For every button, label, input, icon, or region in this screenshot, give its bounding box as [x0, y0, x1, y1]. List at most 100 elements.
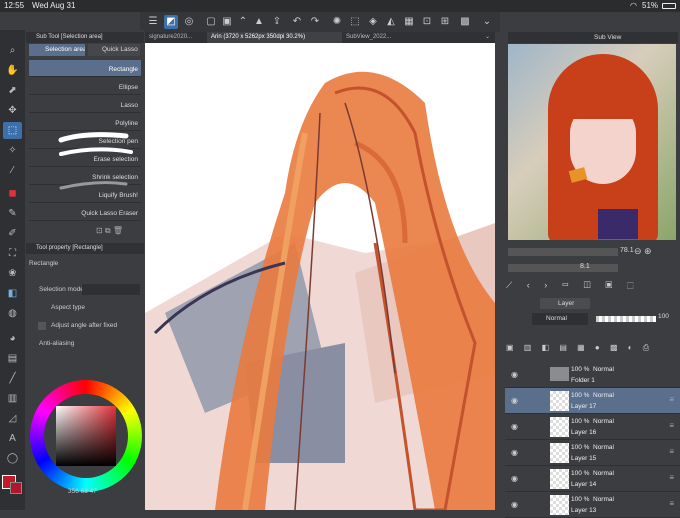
subtool-polyline[interactable]: Polyline — [29, 114, 141, 131]
pencil-icon[interactable]: ✎ — [3, 205, 22, 222]
export-icon[interactable]: ▲ — [252, 15, 266, 29]
select-tool-icon[interactable]: ◩ — [164, 15, 178, 29]
visibility-eye-icon[interactable]: ◉ — [511, 422, 518, 431]
visibility-eye-icon[interactable]: ◉ — [511, 448, 518, 457]
left-panel: Sub Tool [Selection area] Selection area… — [26, 30, 144, 510]
subtool-rectangle[interactable]: Rectangle — [29, 60, 141, 77]
subtool-lasso[interactable]: Lasso — [29, 96, 141, 113]
new-file-icon[interactable]: ▢ — [204, 15, 218, 29]
undo-icon[interactable]: ↶ — [290, 15, 304, 29]
selection-mode-buttons[interactable] — [82, 284, 140, 295]
visibility-eye-icon[interactable]: ◉ — [511, 370, 518, 379]
transform-icon[interactable]: ◭ — [384, 15, 398, 29]
zoom-icon[interactable]: ⌕ — [3, 42, 22, 59]
battery-percent: 51% — [642, 1, 659, 10]
layer-mode: Normal — [593, 366, 614, 373]
tab-subview[interactable]: SubView_2022... — [342, 32, 412, 43]
redo-icon[interactable]: ↷ — [308, 15, 322, 29]
opacity-slider[interactable] — [596, 316, 656, 322]
move-icon[interactable]: ✥ — [3, 102, 22, 119]
visibility-eye-icon[interactable]: ◉ — [511, 500, 518, 509]
layer-thumbnail — [550, 495, 569, 515]
loading-icon[interactable]: ✺ — [330, 15, 344, 29]
ios-status-bar: 12:55 Wed Aug 31 ◠ 51% — [0, 0, 680, 12]
rotate-slider[interactable] — [508, 264, 618, 272]
frame-icon[interactable]: ▥ — [3, 390, 22, 407]
right-panel: Sub View 78.1 8.1 ⊖ ⊕ ⟋ ‹ › ▭ ◫ ▣ ⬚ Laye… — [500, 30, 680, 518]
sub-color-swatch[interactable] — [10, 482, 22, 494]
fill-icon[interactable]: ◈ — [366, 15, 380, 29]
text-icon[interactable]: A — [3, 430, 22, 447]
layer-mode: Normal — [593, 418, 614, 425]
saturation-square[interactable] — [56, 406, 116, 466]
drag-handle-icon[interactable]: ≡ — [669, 395, 674, 404]
eyedropper-icon[interactable]: ⁄ — [3, 162, 22, 179]
canvas-icon[interactable]: ◎ — [182, 15, 196, 29]
layer-name: Layer 16 — [571, 429, 597, 436]
tab-selection-area[interactable]: Selection area — [29, 44, 85, 56]
visibility-eye-icon[interactable]: ◉ — [511, 474, 518, 483]
figure-icon[interactable]: ╱ — [3, 370, 22, 387]
tab-layer[interactable]: Layer — [540, 298, 590, 309]
pen-icon[interactable]: ◼ — [3, 185, 22, 202]
tab-signature[interactable]: signature2020... — [145, 32, 207, 43]
layer-row[interactable]: ◉ 100 % Normal Layer 15 ≡ — [505, 440, 680, 466]
zoom-slider[interactable] — [508, 248, 618, 256]
antialias-label: Anti-aliasing — [39, 340, 75, 347]
zoom-buttons-icon[interactable]: ⊖ ⊕ — [634, 246, 652, 257]
layer-row[interactable]: ◉ 100 % Normal Layer 16 ≡ — [505, 414, 680, 440]
scroll-icon[interactable]: ⌃ — [236, 15, 250, 29]
subview-title: Sub View — [508, 32, 678, 43]
tabs-chevron-icon[interactable]: ⌄ — [485, 32, 495, 43]
layer-row[interactable]: ◉ 100 % Normal Layer 14 ≡ — [505, 466, 680, 492]
ruler-icon[interactable]: ◿ — [3, 410, 22, 427]
visibility-eye-icon[interactable]: ◉ — [511, 396, 518, 405]
fill-tool-icon[interactable]: ◕ — [3, 330, 22, 347]
layer-row[interactable]: ◉ 100 % Normal Layer 17 ≡ — [505, 388, 680, 414]
layer-blend: 100 % — [571, 496, 590, 503]
menu-icon[interactable]: ☰ — [146, 15, 160, 29]
battery-icon — [662, 3, 676, 9]
invert-icon[interactable]: ⊞ — [438, 15, 452, 29]
share-icon[interactable]: ⇪ — [270, 15, 284, 29]
gradient-icon[interactable]: ▤ — [3, 350, 22, 367]
tool-strip: ⌕ ✋ ⬈ ✥ ⬚ ✧ ⁄ ◼ ✎ ✐ ⛶ ❀ ◧ ◍ ◕ ▤ ╱ ▥ ◿ A … — [0, 30, 25, 510]
subview-toolbar[interactable]: ⟋ ‹ › ▭ ◫ ▣ ⬚ — [506, 280, 676, 292]
layer-folder[interactable]: ◉ 100 % Normal Folder 1 — [505, 362, 680, 388]
adjust-angle-checkbox[interactable] — [38, 322, 46, 330]
brush-icon[interactable]: ✐ — [3, 225, 22, 242]
drag-handle-icon[interactable]: ≡ — [669, 499, 674, 508]
eraser-icon[interactable]: ◧ — [3, 285, 22, 302]
save-icon[interactable]: ▣ — [220, 15, 234, 29]
blend-mode-select[interactable]: Normal — [532, 313, 588, 325]
selection-icon[interactable]: ⬚ — [3, 122, 22, 139]
opacity-value: 100 — [658, 313, 669, 320]
deselect-icon[interactable]: ⊡ — [420, 15, 434, 29]
layer-row[interactable]: ◉ 100 % Normal Layer 13 ≡ — [505, 492, 680, 518]
checkerboard-icon[interactable]: ▩ — [458, 15, 472, 29]
clear-icon[interactable]: ⬚ — [348, 15, 362, 29]
artwork — [145, 71, 495, 510]
grid-icon[interactable]: ▦ — [402, 15, 416, 29]
blend-icon[interactable]: ◍ — [3, 305, 22, 322]
layer-toolbar[interactable]: ▣ ▥ ◧ ▤ ▦ ● ▩ ◐ ⎙ — [506, 343, 676, 355]
subtool-quick-lasso-eraser[interactable]: Quick Lasso Eraser — [29, 204, 141, 221]
balloon-icon[interactable]: ◯ — [3, 450, 22, 467]
decoration-icon[interactable]: ❀ — [3, 265, 22, 282]
tab-quick-lasso[interactable]: Quick Lasso — [88, 44, 140, 56]
drawing-canvas[interactable] — [145, 43, 495, 510]
airbrush-icon[interactable]: ⛶ — [3, 245, 22, 262]
magic-wand-icon[interactable]: ✧ — [3, 142, 22, 159]
tab-arin[interactable]: Arin (3720 x 5262px 350dpi 30.2%) — [207, 32, 342, 43]
layer-mode: Normal — [593, 496, 614, 503]
drag-handle-icon[interactable]: ≡ — [669, 473, 674, 482]
subtool-actions-icon[interactable]: ⊡ ⧉ 🗑 — [96, 226, 136, 236]
operation-icon[interactable]: ⬈ — [3, 82, 22, 99]
hand-icon[interactable]: ✋ — [3, 62, 22, 79]
drag-handle-icon[interactable]: ≡ — [669, 421, 674, 430]
color-values: 356 63 47 — [68, 488, 97, 495]
chevron-down-icon[interactable]: ⌄ — [480, 15, 494, 29]
layer-blend: 100 % — [571, 418, 590, 425]
subtool-ellipse[interactable]: Ellipse — [29, 78, 141, 95]
drag-handle-icon[interactable]: ≡ — [669, 447, 674, 456]
